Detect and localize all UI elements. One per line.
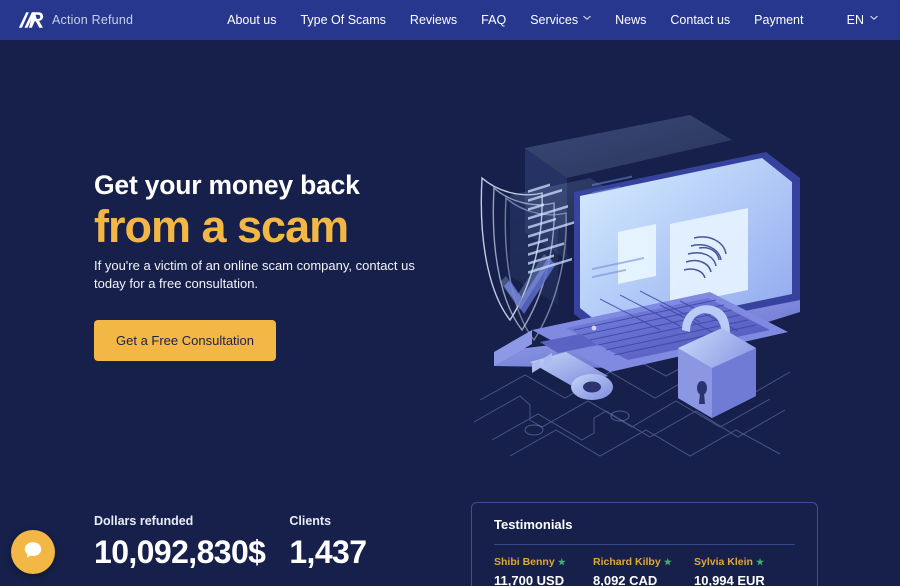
testimonials-list: Shibi Benny ★ 11,700 USD Richard Kilby ★… bbox=[494, 556, 795, 586]
star-icon: ★ bbox=[755, 556, 765, 567]
testimonials-title: Testimonials bbox=[494, 517, 573, 532]
nav-item-services[interactable]: Services bbox=[518, 7, 603, 33]
hero-headline-line1: Get your money back bbox=[94, 170, 360, 200]
nav-item-label: About us bbox=[227, 13, 277, 27]
nav-item-label: Type Of Scams bbox=[300, 13, 386, 27]
nav-item-label: Contact us bbox=[670, 13, 731, 27]
chevron-down-icon bbox=[583, 15, 591, 23]
language-selector[interactable]: EN bbox=[843, 9, 882, 31]
testimonial-name: Richard Kilby bbox=[593, 556, 661, 568]
stats-row: Dollars refunded 10,092,830$ Clients 1,4… bbox=[94, 514, 390, 568]
divider bbox=[494, 544, 795, 545]
testimonial-name-row: Richard Kilby ★ bbox=[593, 556, 694, 568]
brand-logo-link[interactable]: Action Refund bbox=[18, 11, 133, 29]
star-icon: ★ bbox=[557, 556, 566, 567]
hero-subtext: If you're a victim of an online scam com… bbox=[94, 257, 415, 292]
nav-item-label: Reviews bbox=[409, 13, 458, 27]
ar-monogram-logo-icon bbox=[18, 11, 44, 29]
nav-item-contact-us[interactable]: Contact us bbox=[658, 7, 742, 33]
list-item[interactable]: Shibi Benny ★ 11,700 USD bbox=[494, 556, 593, 586]
nav-item-label: Services bbox=[530, 13, 579, 27]
nav-item-payment[interactable]: Payment bbox=[742, 7, 815, 33]
stat-label: Clients bbox=[289, 514, 332, 528]
chevron-down-icon bbox=[870, 15, 878, 23]
stat-value: 1,437 bbox=[289, 534, 367, 570]
hero-headline-line2: from a scam bbox=[94, 201, 349, 253]
list-item[interactable]: Sylvia Klein ★ 10,994 EUR bbox=[694, 556, 793, 586]
hero-section: Get your money back from a scam If you'r… bbox=[0, 40, 900, 586]
testimonials-panel[interactable]: Testimonials Shibi Benny ★ 11,700 USD Ri… bbox=[471, 502, 818, 586]
nav-item-faq[interactable]: FAQ bbox=[469, 7, 518, 33]
chat-widget-button[interactable] bbox=[11, 530, 55, 574]
nav-item-label: FAQ bbox=[481, 13, 507, 27]
testimonial-amount: 11,700 USD bbox=[494, 573, 565, 586]
nav-item-about-us[interactable]: About us bbox=[215, 7, 288, 33]
testimonial-name: Sylvia Klein bbox=[694, 556, 753, 568]
brand-name: Action Refund bbox=[52, 13, 134, 27]
nav-item-type-of-scams[interactable]: Type Of Scams bbox=[288, 7, 397, 33]
testimonial-amount: 8,092 CAD bbox=[593, 573, 658, 586]
testimonial-name: Shibi Benny bbox=[494, 556, 555, 568]
free-consultation-button[interactable]: Get a Free Consultation bbox=[94, 320, 277, 362]
star-icon: ★ bbox=[663, 556, 672, 567]
stat-clients: Clients 1,437 bbox=[289, 514, 367, 570]
language-value: EN bbox=[846, 13, 864, 27]
testimonial-amount: 10,994 EUR bbox=[694, 573, 765, 586]
stat-value: 10,092,830$ bbox=[94, 534, 266, 570]
testimonial-name-row: Shibi Benny ★ bbox=[494, 556, 593, 568]
hero-illustration bbox=[470, 100, 800, 460]
stat-dollars-refunded: Dollars refunded 10,092,830$ bbox=[94, 514, 266, 570]
site-header: Action Refund About us Type Of Scams Rev… bbox=[0, 0, 900, 40]
main-navigation: About us Type Of Scams Reviews FAQ Servi… bbox=[215, 7, 815, 33]
nav-item-reviews[interactable]: Reviews bbox=[398, 7, 469, 33]
list-item[interactable]: Richard Kilby ★ 8,092 CAD bbox=[593, 556, 694, 586]
nav-item-label: Payment bbox=[754, 13, 804, 27]
nav-item-news[interactable]: News bbox=[603, 7, 658, 33]
chat-bubble-icon bbox=[22, 539, 44, 566]
hero-copy: Get your money back from a scam If you'r… bbox=[94, 170, 454, 362]
testimonial-name-row: Sylvia Klein ★ bbox=[694, 556, 793, 568]
stat-label: Dollars refunded bbox=[94, 514, 194, 528]
nav-item-label: News bbox=[615, 13, 647, 27]
